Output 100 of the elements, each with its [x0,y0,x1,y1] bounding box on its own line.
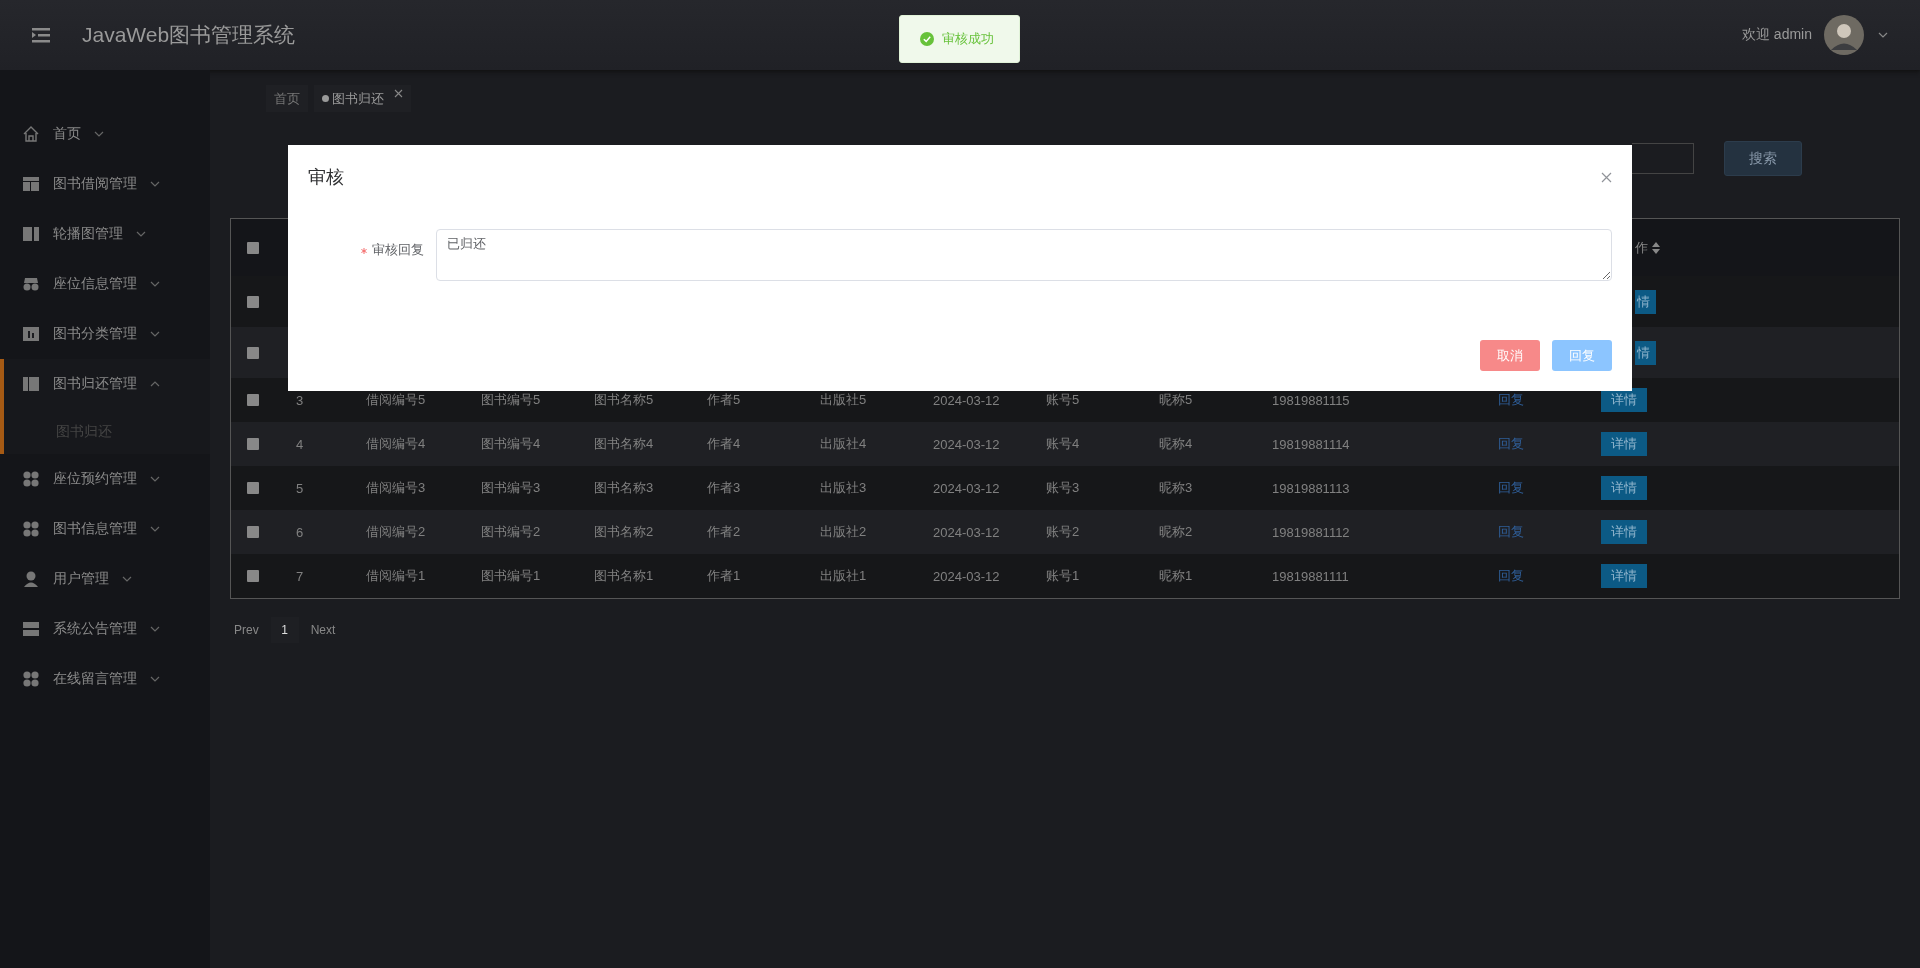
table-cell-text: 图书编号5 [480,391,541,409]
table-cell-text: 19819881112 [1271,524,1350,540]
row-checkbox[interactable] [247,482,259,494]
sidebar-item[interactable]: 图书归还管理 [0,359,210,409]
table-cell-text: 7 [295,568,304,584]
next-button[interactable]: Next [306,619,340,641]
table-cell-text: 昵称3 [1158,479,1193,497]
toast-message: 审核成功 [942,30,994,48]
row-checkbox[interactable] [247,346,259,359]
table-cell-text: 作者4 [706,435,741,453]
detail-button[interactable]: 详情 [1601,564,1647,588]
sidebar-item[interactable]: 图书分类管理 [0,309,210,359]
chevron-icon [150,626,160,632]
reply-link[interactable]: 回复 [1488,566,1530,586]
table-cell-text: 19819881111 [1271,568,1349,584]
layout-icon [22,175,40,193]
close-icon[interactable] [1601,171,1612,183]
detail-button[interactable]: 详情 [1601,476,1647,500]
sidebar-item[interactable]: 系统公告管理 [0,604,210,654]
columns-icon [22,225,40,243]
breadcrumb-tag[interactable]: 首页 [266,85,308,112]
table-cell-text: 图书编号1 [480,567,541,585]
table-cell-text: 借阅编号1 [365,567,426,585]
detail-button[interactable]: 详情 [1601,520,1647,544]
table-cell-text: 作者3 [706,479,741,497]
table-cell-text: 2024-03-12 [932,568,1000,584]
table-cell-text: 19819881113 [1271,480,1350,496]
table-cell-text: 出版社2 [819,523,867,541]
chart-icon [22,325,40,343]
detail-button[interactable]: 情 [1635,289,1656,314]
detail-button[interactable]: 详情 [1601,432,1647,456]
table-cell-text: 2024-03-12 [932,392,1000,408]
search-button[interactable]: 搜索 [1724,141,1802,176]
sidebar-item[interactable]: 座位预约管理 [0,454,210,504]
reply-link[interactable]: 回复 [1488,434,1530,454]
grid-icon [22,520,40,538]
reply-link[interactable]: 回复 [1488,522,1530,542]
prev-button[interactable]: Prev [230,619,263,641]
table-cell-text: 出版社1 [819,567,867,585]
success-icon [920,32,934,46]
table-cell-text: 图书编号4 [480,435,541,453]
columns-icon [22,375,40,393]
table-cell-text: 账号5 [1045,391,1080,409]
sidebar-item[interactable]: 座位信息管理 [0,259,210,309]
menu-icon[interactable] [32,27,50,43]
sidebar-item[interactable]: 首页 [0,109,210,159]
table-cell-text: 账号2 [1045,523,1080,541]
row-checkbox[interactable] [247,295,259,308]
row-checkbox[interactable] [247,526,259,538]
table-cell-text: 昵称4 [1158,435,1193,453]
sidebar-item[interactable]: 用户管理 [0,554,210,604]
sidebar-item[interactable]: 轮播图管理 [0,209,210,259]
table-cell-text: 借阅编号3 [365,479,426,497]
table-cell-text: 图书名称4 [593,435,654,453]
row-checkbox[interactable] [247,570,259,582]
column-header: 作 [1635,238,1648,257]
table-cell-text: 账号1 [1045,567,1080,585]
close-icon[interactable] [394,89,403,98]
chevron-icon [136,231,146,237]
field-label: 审核回复 [308,229,436,259]
sidebar-item[interactable]: 图书借阅管理 [0,159,210,209]
table-cell-text: 19819881115 [1271,392,1350,408]
table-cell-text: 借阅编号2 [365,523,426,541]
reply-link[interactable]: 回复 [1488,390,1530,410]
sidebar-item[interactable]: 在线留言管理 [0,654,210,704]
table-cell-text: 借阅编号5 [365,391,426,409]
grid-icon [22,670,40,688]
select-all-checkbox[interactable] [247,241,259,254]
table-cell-text: 2024-03-12 [932,480,1000,496]
chevron-icon [150,526,160,532]
grid-icon [22,470,40,488]
table-cell-text: 图书名称2 [593,523,654,541]
table-cell-text: 2024-03-12 [932,524,1000,540]
table-cell-text: 作者1 [706,567,741,585]
cancel-button[interactable]: 取消 [1480,340,1540,371]
user-icon [22,570,40,588]
table-cell-text: 账号3 [1045,479,1080,497]
chevron-icon [94,131,104,137]
table-cell-text: 出版社4 [819,435,867,453]
table-cell-text: 3 [295,392,304,408]
reply-field[interactable]: 已归还 [436,229,1612,281]
avatar-icon[interactable] [1824,15,1864,55]
chevron-icon [150,381,160,387]
chevron-icon [122,576,132,582]
table-cell-text: 19819881114 [1271,436,1350,452]
row-checkbox[interactable] [247,438,259,450]
row-checkbox[interactable] [247,394,259,406]
table-cell-text: 出版社3 [819,479,867,497]
chevron-icon [150,676,160,682]
table-cell-text: 图书名称5 [593,391,654,409]
seat-icon [22,275,40,293]
welcome-text: 欢迎 admin [1741,26,1812,44]
detail-button[interactable]: 情 [1635,340,1656,365]
reply-link[interactable]: 回复 [1488,478,1530,498]
breadcrumb-tag[interactable]: 图书归还 [314,85,411,112]
sidebar-item[interactable]: 图书信息管理 [0,504,210,554]
search-field[interactable] [1632,143,1694,174]
chevron-icon [1878,32,1888,38]
table-cell-text: 5 [295,480,304,496]
sort-icon[interactable] [1652,241,1660,254]
